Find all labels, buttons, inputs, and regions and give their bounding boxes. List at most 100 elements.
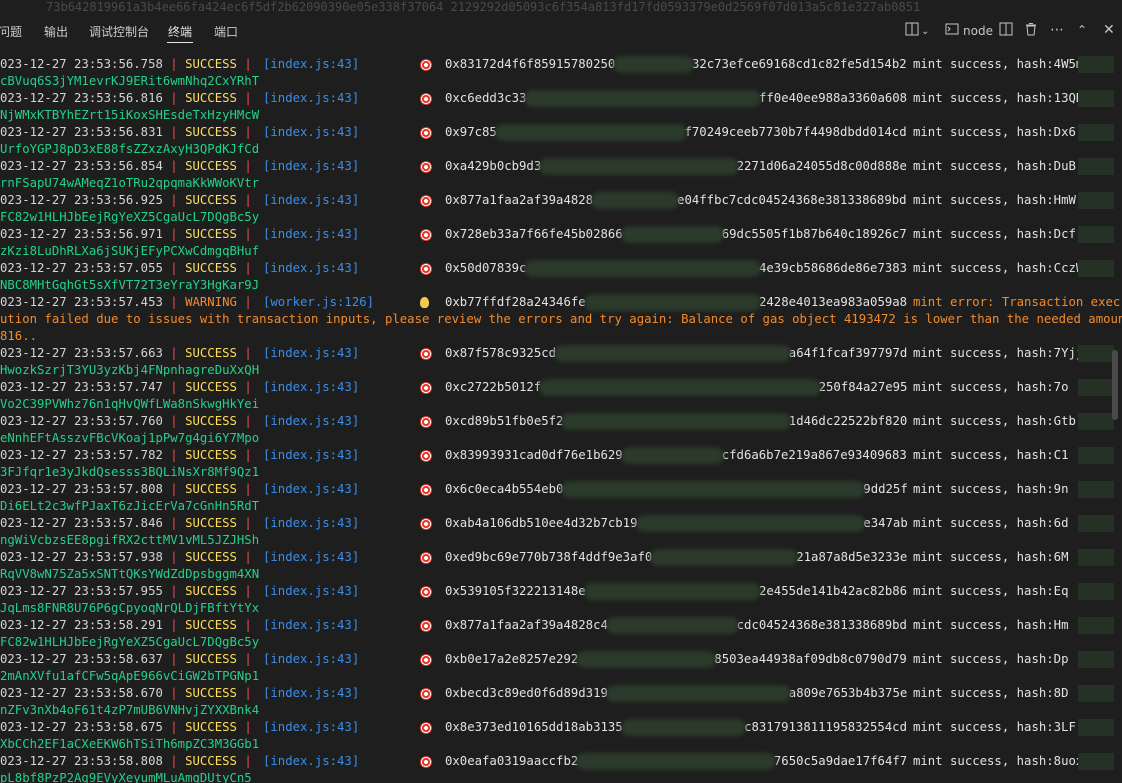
log-message: mint success, hash:6M — [913, 550, 1069, 564]
log-entry: 023-12-27 23:53:56.971 | SUCCESS | [inde… — [0, 222, 1122, 258]
log-line: 023-12-27 23:53:57.938 | SUCCESS | [inde… — [0, 549, 1068, 566]
target-icon — [420, 348, 432, 360]
log-timestamp: 023-12-27 23:53:57.055 — [0, 261, 163, 275]
log-entry: 023-12-27 23:53:56.925 | SUCCESS | [inde… — [0, 188, 1122, 224]
log-line: 023-12-27 23:53:58.808 | SUCCESS | [inde… — [0, 753, 1098, 770]
tab-terminal[interactable]: 终端 — [166, 23, 194, 43]
log-level: SUCCESS — [185, 227, 237, 241]
target-icon — [420, 127, 432, 139]
target-icon — [420, 93, 432, 105]
log-separator: | — [162, 227, 186, 241]
tab-output[interactable]: 输出 — [44, 23, 68, 40]
log-source-location: [index.js:43] — [263, 57, 360, 71]
log-entry: 023-12-27 23:53:57.782 | SUCCESS | [inde… — [0, 443, 1122, 479]
terminal-scrollbar[interactable] — [1112, 350, 1118, 420]
log-separator: | — [236, 482, 260, 496]
log-line: 023-12-27 23:53:58.675 | SUCCESS | [inde… — [0, 719, 1076, 736]
redaction-blur — [576, 753, 776, 770]
target-icon — [420, 722, 432, 734]
redaction-blur — [524, 260, 761, 277]
log-separator: | — [236, 652, 260, 666]
redaction-blur — [635, 515, 866, 532]
redaction-blur — [1078, 345, 1114, 362]
log-entry: 023-12-27 23:53:57.663 | SUCCESS | [inde… — [0, 341, 1122, 377]
log-continuation: pL8bf8PzP2Ag9EVyXeyumMLuAmgDUtyCn5 — [0, 771, 252, 783]
tx-hash: 0x539105f322213148e — [445, 584, 586, 598]
tab-problems[interactable]: 问题 — [0, 23, 22, 40]
log-separator: | — [162, 448, 186, 462]
log-timestamp: 023-12-27 23:53:57.938 — [0, 550, 163, 564]
log-source-location: [index.js:43] — [263, 550, 360, 564]
redaction-blur — [591, 192, 680, 209]
redaction-blur — [1078, 549, 1114, 566]
layout-icon[interactable] — [905, 22, 919, 40]
log-message: mint success, hash:Dcf — [913, 227, 1076, 241]
log-source-location: [index.js:43] — [263, 754, 360, 768]
log-separator: | — [236, 227, 260, 241]
terminal-name[interactable]: node — [963, 23, 993, 39]
log-line: 023-12-27 23:53:57.747 | SUCCESS | [inde… — [0, 379, 1068, 396]
log-level: SUCCESS — [185, 584, 237, 598]
log-source-location: [index.js:43] — [263, 193, 360, 207]
log-entry: 023-12-27 23:53:57.055 | SUCCESS | [inde… — [0, 256, 1122, 292]
log-source-location: [index.js:43] — [263, 652, 360, 666]
log-level: SUCCESS — [185, 193, 237, 207]
maximize-panel-icon[interactable]: ⌃ — [1077, 22, 1087, 38]
log-line: 023-12-27 23:53:57.663 | SUCCESS | [inde… — [0, 345, 1098, 362]
log-source-location: [index.js:43] — [263, 618, 360, 632]
split-terminal-icon[interactable] — [999, 22, 1013, 40]
log-source-location: [index.js:43] — [263, 380, 360, 394]
log-line: 023-12-27 23:53:56.758 | SUCCESS | [inde… — [0, 56, 1098, 73]
log-source-location: [index.js:43] — [263, 91, 360, 105]
log-line: 023-12-27 23:53:57.782 | SUCCESS | [inde… — [0, 447, 1068, 464]
log-level: SUCCESS — [185, 686, 237, 700]
trash-icon[interactable] — [1024, 22, 1038, 40]
tx-hash: 0x6c0eca4b554eb0 — [445, 482, 564, 496]
tx-hash: 0xc2722b5012f — [445, 380, 542, 394]
more-actions-icon[interactable]: ⋯ — [1050, 22, 1064, 38]
log-message: mint success, hash:HmW — [913, 193, 1076, 207]
tab-ports[interactable]: 端口 — [214, 23, 238, 40]
chevron-down-icon[interactable]: ⌄ — [921, 24, 929, 40]
redaction-blur — [1078, 260, 1114, 277]
redaction-blur — [1078, 515, 1114, 532]
log-level: SUCCESS — [185, 516, 237, 530]
close-panel-icon[interactable]: ✕ — [1103, 22, 1115, 38]
log-timestamp: 023-12-27 23:53:56.816 — [0, 91, 163, 105]
redaction-blur — [524, 90, 761, 107]
log-level: SUCCESS — [185, 618, 237, 632]
tab-debug-console[interactable]: 调试控制台 — [89, 23, 149, 40]
log-separator: | — [162, 380, 186, 394]
log-level: SUCCESS — [185, 754, 237, 768]
log-level: WARNING — [185, 295, 237, 309]
previous-output-strip: 73b642819961a3b4ee66fa424ec6f5df2b620903… — [0, 0, 1122, 16]
log-separator: | — [236, 261, 260, 275]
log-timestamp: 023-12-27 23:53:57.663 — [0, 346, 163, 360]
tx-hash: e04ffbc7cdc04524368e381338689bd — [677, 193, 907, 207]
log-level: SUCCESS — [185, 125, 237, 139]
tx-hash: f70249ceeb7730b7f4498dbdd014cd — [684, 125, 907, 139]
log-separator: | — [162, 482, 186, 496]
tx-hash: e347ab — [863, 516, 908, 530]
log-separator: | — [236, 448, 260, 462]
redaction-blur — [1078, 651, 1114, 668]
tx-hash: 0x83172d4f6f85915780250 — [445, 57, 616, 71]
redaction-blur — [1078, 481, 1114, 498]
log-entry: 023-12-27 23:53:58.675 | SUCCESS | [inde… — [0, 715, 1122, 751]
log-source-location: [worker.js:126] — [263, 295, 375, 309]
log-message: mint success, hash:9n — [913, 482, 1069, 496]
log-line: 023-12-27 23:53:57.453 | WARNING | [work… — [0, 294, 1120, 311]
log-entry: 023-12-27 23:53:57.760 | SUCCESS | [inde… — [0, 409, 1122, 445]
redaction-blur — [1078, 617, 1114, 634]
terminal-output[interactable]: 023-12-27 23:53:56.758 | SUCCESS | [inde… — [0, 52, 1122, 783]
log-separator: | — [236, 295, 260, 309]
redaction-blur — [561, 481, 866, 498]
log-line: 023-12-27 23:53:56.925 | SUCCESS | [inde… — [0, 192, 1076, 209]
tx-hash: 2e455de141b42ac82b86 — [759, 584, 908, 598]
redaction-blur — [561, 413, 791, 430]
tx-hash: a809e7653b4b375e — [788, 686, 908, 700]
log-entry: 023-12-27 23:53:57.808 | SUCCESS | [inde… — [0, 477, 1122, 513]
redaction-blur — [1078, 753, 1114, 770]
log-level: SUCCESS — [185, 550, 237, 564]
log-separator: | — [162, 618, 186, 632]
